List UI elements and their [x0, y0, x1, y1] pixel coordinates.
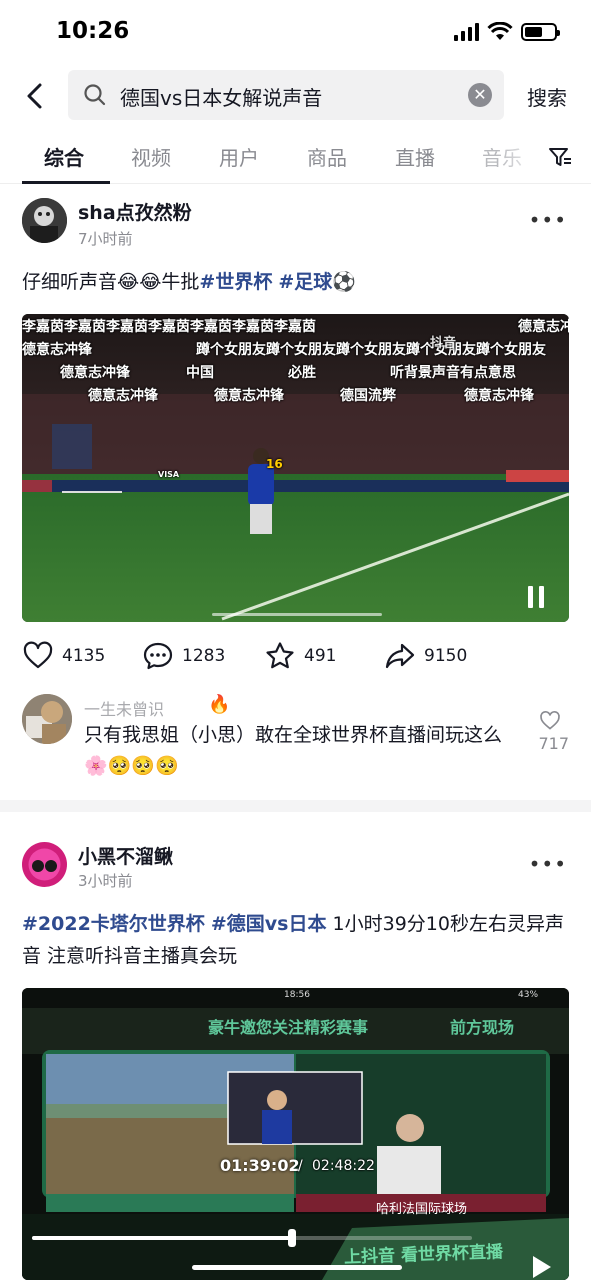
heart-icon [23, 641, 53, 669]
tab-users[interactable]: 用户 [219, 142, 259, 171]
battery-icon [521, 23, 560, 41]
danmaku-comment: 德国流弊 [340, 388, 396, 404]
like-count: 4135 [62, 646, 106, 666]
status-icons [454, 22, 560, 42]
favorite-count: 491 [304, 646, 337, 666]
commenter-avatar[interactable] [22, 694, 72, 744]
fire-icon: 🔥 [208, 694, 231, 715]
danmaku-comment: 德意志冲锋 [214, 388, 284, 404]
cellular-signal-icon [454, 23, 479, 41]
filter-icon[interactable] [547, 144, 573, 170]
battery-level [525, 27, 542, 37]
video-duration: 02:48:22 [312, 1158, 375, 1174]
comment-text: 只有我思姐（小思）敢在全球世界杯直播间玩这么🌸🥺🥺🥺 [84, 724, 503, 777]
video-elapsed-time: 01:39:02 [220, 1156, 300, 1175]
caption-emoji: ⚽ [332, 271, 356, 293]
video-player[interactable]: VISA 16 李嘉茵李嘉茵李嘉茵李嘉茵李嘉茵李嘉茵李嘉茵 德意志冲锋 德意志冲… [22, 314, 569, 622]
video-progress-fill [32, 1236, 292, 1240]
danmaku-comment: 德意志冲锋 [518, 319, 569, 335]
video-progress-bar[interactable] [212, 613, 382, 616]
post-divider [0, 800, 591, 812]
author-name[interactable]: sha点孜然粉 [78, 198, 192, 225]
time-separator: / [298, 1158, 303, 1174]
danmaku-comment: 德意志冲锋 [88, 388, 158, 404]
comment-icon [143, 642, 173, 670]
post-time: 3小时前 [78, 872, 133, 890]
post-actions: 4135 1283 491 9150 [22, 640, 569, 676]
danmaku-comment: 中国 [186, 365, 214, 381]
share-count: 9150 [424, 646, 468, 666]
video-frame [22, 314, 569, 622]
hashtag-link[interactable]: #足球 [278, 271, 332, 293]
danmaku-comment: 德意志冲锋 [22, 342, 92, 358]
back-arrow-icon[interactable] [20, 80, 52, 112]
active-tab-indicator [22, 181, 110, 184]
search-tabs: 综合 视频 用户 商品 直播 音乐 [0, 136, 591, 184]
share-icon [385, 643, 415, 669]
star-icon [266, 642, 294, 669]
search-button[interactable]: 搜索 [527, 82, 567, 111]
comment-heart-icon[interactable] [535, 710, 565, 732]
danmaku-comment: 德意志冲锋 [464, 388, 534, 404]
comment-like-count: 717 [538, 734, 569, 753]
author-name[interactable]: 小黑不溜鳅 [78, 842, 173, 869]
search-header: 德国vs日本女解说声音 ✕ 搜索 [0, 70, 591, 122]
more-options-icon[interactable]: ••• [529, 208, 567, 232]
tab-products[interactable]: 商品 [307, 142, 347, 171]
home-indicator [192, 1265, 402, 1270]
post-caption: 仔细听声音😂😂牛批#世界杯 #足球⚽ [22, 266, 569, 298]
search-icon [84, 84, 106, 106]
video-player[interactable]: 18:56 43% 豪牛邀您关注精彩赛事 前方现场 01:39:02 / 02:… [22, 988, 569, 1280]
tab-fade [497, 136, 547, 180]
hashtag-link[interactable]: #世界杯 [199, 271, 272, 293]
avatar[interactable] [22, 842, 67, 887]
more-options-icon[interactable]: ••• [529, 852, 567, 876]
video-progress-track[interactable] [32, 1229, 472, 1247]
danmaku-comment: 德意志冲锋 [60, 365, 130, 381]
top-comment[interactable]: 一生未曾识 🔥 只有我思姐（小思）敢在全球世界杯直播间玩这么🌸🥺🥺🥺 717 [22, 694, 569, 784]
post-caption: #2022卡塔尔世界杯 #德国vs日本 1小时39分10秒左右灵异声音 注意听抖… [22, 908, 569, 972]
comment-button[interactable]: 1283 [142, 640, 225, 672]
tab-all[interactable]: 综合 [44, 142, 84, 171]
status-time: 10:26 [56, 18, 130, 44]
share-button[interactable]: 9150 [384, 640, 467, 672]
venue-label: 哈利法国际球场 [376, 1202, 468, 1217]
wifi-icon [487, 22, 513, 40]
jersey-number: 16 [266, 457, 283, 471]
post-time: 7小时前 [78, 230, 133, 248]
danmaku-comment: 蹲个女朋友蹲个女朋友蹲个女朋友蹲个女朋友蹲个女朋友 [196, 342, 546, 358]
douyin-watermark: 抖音 [430, 336, 457, 351]
inner-status-time: 18:56 [284, 990, 310, 1000]
hashtag-link[interactable]: #德国vs日本 [211, 913, 327, 935]
tab-video[interactable]: 视频 [131, 142, 171, 171]
ad-board-text: VISA [158, 470, 180, 479]
commenter-name[interactable]: 一生未曾识 [84, 696, 164, 720]
comment-count: 1283 [182, 646, 226, 666]
search-input[interactable]: 德国vs日本女解说声音 ✕ [68, 70, 504, 120]
inner-battery: 43% [518, 990, 539, 1000]
search-query-text: 德国vs日本女解说声音 [120, 86, 323, 110]
video-progress-knob[interactable] [287, 1229, 296, 1247]
danmaku-comment: 听背景声音有点意思 [390, 365, 516, 381]
like-button[interactable]: 4135 [22, 640, 105, 672]
status-bar: 10:26 [0, 0, 591, 66]
video-banner-text: 豪牛邀您关注精彩赛事 [208, 1018, 369, 1037]
hashtag-link[interactable]: #2022卡塔尔世界杯 [22, 913, 205, 935]
play-icon[interactable] [533, 1256, 551, 1278]
video-banner-right: 前方现场 [450, 1018, 515, 1037]
clear-icon[interactable]: ✕ [468, 83, 492, 107]
caption-text: 仔细听声音😂😂牛批 [22, 271, 200, 293]
avatar[interactable] [22, 198, 67, 243]
tab-live[interactable]: 直播 [395, 142, 435, 171]
pause-icon[interactable] [525, 586, 547, 608]
danmaku-comment: 必胜 [288, 365, 316, 381]
danmaku-comment: 李嘉茵李嘉茵李嘉茵李嘉茵李嘉茵李嘉茵李嘉茵 [22, 319, 316, 335]
favorite-button[interactable]: 491 [264, 640, 336, 672]
